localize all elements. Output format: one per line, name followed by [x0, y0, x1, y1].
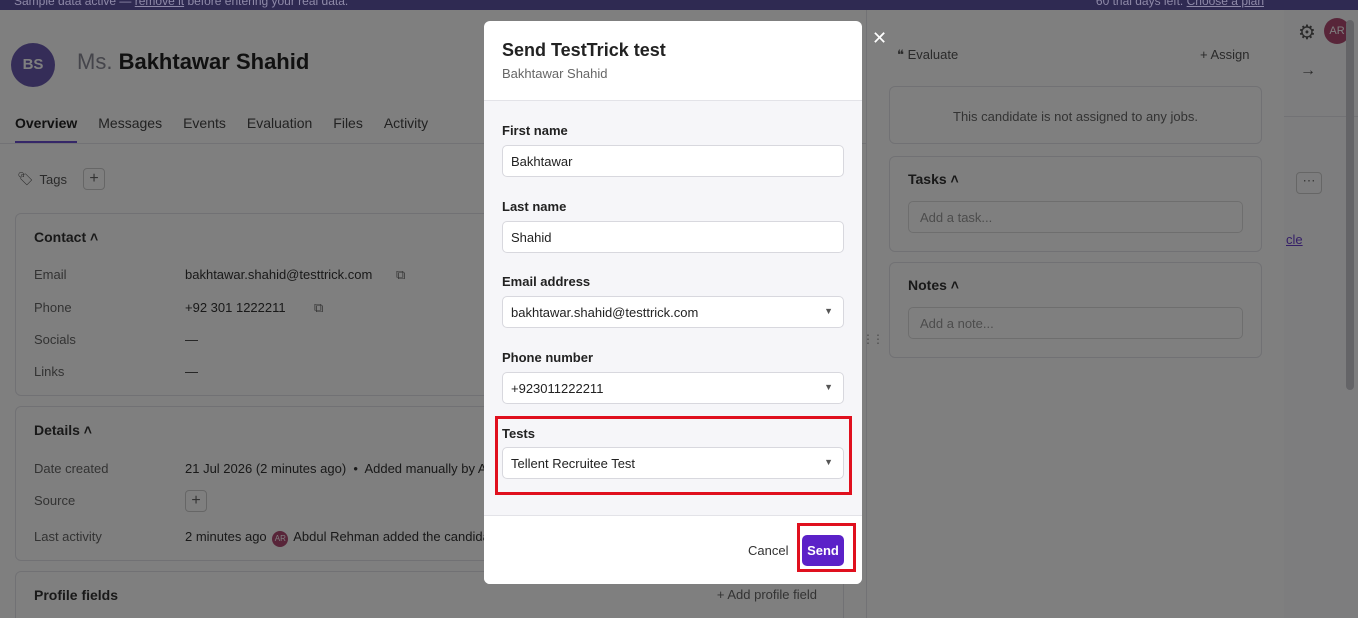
banner-left-text: Sample data active	[14, 0, 117, 8]
email-label: Email address	[502, 274, 591, 289]
chevron-down-icon: ▼	[824, 457, 833, 467]
right-strip: ⚙ AR → ⋯ cle	[1284, 10, 1358, 618]
chevron-down-icon: ▼	[824, 306, 833, 316]
banner-left-tail: before entering your real data.	[187, 0, 349, 8]
send-test-modal: Send TestTrick test Bakhtawar Shahid Fir…	[484, 21, 862, 584]
close-icon[interactable]: ✕	[872, 28, 887, 49]
trial-banner: Sample data active — remove it before en…	[0, 0, 1358, 10]
chevron-down-icon: ▼	[824, 382, 833, 392]
first-name-field[interactable]: Bakhtawar	[502, 145, 844, 177]
remove-sample-link[interactable]: remove it	[135, 0, 184, 8]
phone-select[interactable]: +923011222211 ▼	[502, 372, 844, 404]
tests-select[interactable]: Tellent Recruitee Test ▼	[502, 447, 844, 479]
tests-label: Tests	[502, 426, 535, 441]
last-name-label: Last name	[502, 199, 567, 214]
modal-title: Send TestTrick test	[502, 40, 666, 60]
banner-right-text: 60 trial days left.	[1095, 0, 1184, 8]
modal-form: First name Bakhtawar Last name Shahid Em…	[484, 101, 862, 515]
last-name-field[interactable]: Shahid	[502, 221, 844, 253]
first-name-label: First name	[502, 123, 568, 138]
modal-subtitle: Bakhtawar Shahid	[502, 66, 608, 81]
send-button[interactable]: Send	[802, 535, 844, 566]
choose-plan-link[interactable]: Choose a plan	[1187, 0, 1264, 8]
email-select[interactable]: bakhtawar.shahid@testtrick.com ▼	[502, 296, 844, 328]
phone-label: Phone number	[502, 350, 594, 365]
cancel-button[interactable]: Cancel	[748, 543, 788, 558]
